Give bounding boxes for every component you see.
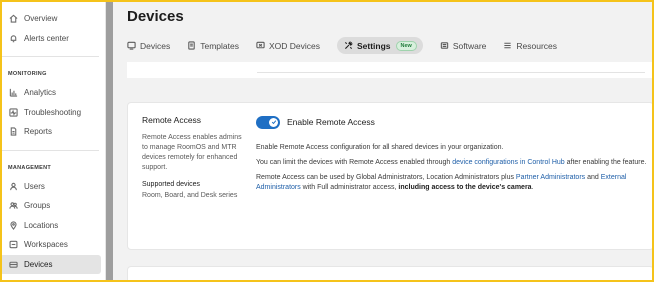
remote-access-card: Remote Access Remote Access enables admi…	[127, 102, 654, 250]
sidebar-item-label: Overview	[24, 14, 58, 24]
sidebar-item-label: Alerts center	[24, 33, 69, 43]
remote-access-toggle-row: Enable Remote Access	[256, 115, 651, 129]
toggle-label: Enable Remote Access	[287, 117, 375, 127]
group-icon	[8, 200, 19, 211]
tab-devices[interactable]: Devices	[127, 37, 170, 54]
sidebar-scrollbar[interactable]	[106, 0, 113, 282]
checkmark-icon	[271, 120, 276, 125]
pulse-icon	[8, 107, 19, 118]
sidebar-item-users[interactable]: Users	[0, 177, 105, 197]
para-text: Remote Access can be used by Global Admi…	[256, 174, 516, 181]
remote-access-para-2: You can limit the devices with Remote Ac…	[256, 158, 651, 168]
para-text: .	[531, 184, 534, 191]
device-icon	[8, 259, 19, 270]
tab-label: Resources	[516, 40, 558, 51]
tab-label: Devices	[140, 40, 171, 51]
tab-xod-devices[interactable]: XOD Devices	[256, 37, 320, 54]
supported-devices-title: Supported devices	[142, 181, 200, 188]
sidebar-item-label: Analytics	[24, 88, 57, 98]
tab-resources[interactable]: Resources	[503, 37, 557, 54]
devices-icon	[127, 41, 136, 50]
remote-access-description: Remote Access enables admins to manage R…	[142, 134, 242, 171]
user-icon	[8, 181, 19, 192]
para-text: You can limit the devices with Remote Ac…	[256, 159, 453, 166]
device-configurations-link[interactable]: device configurations in Control Hub	[452, 159, 564, 166]
sidebar-item-troubleshooting[interactable]: Troubleshooting	[0, 103, 105, 123]
tab-label: XOD Devices	[268, 40, 320, 51]
previous-card	[127, 62, 654, 78]
remote-access-para-1: Enable Remote Access configuration for a…	[256, 144, 504, 151]
location-pin-icon	[8, 220, 19, 231]
bell-icon	[8, 33, 19, 44]
sidebar-section-management: MANAGEMENT	[8, 164, 52, 171]
tab-label: Software	[452, 40, 487, 51]
page-title: Devices	[127, 8, 184, 25]
tab-templates[interactable]: Templates	[187, 37, 239, 54]
sidebar-item-locations[interactable]: Locations	[0, 216, 105, 236]
enable-remote-access-toggle[interactable]	[256, 115, 280, 129]
tab-software[interactable]: Software	[440, 37, 487, 54]
sidebar-item-workspaces[interactable]: Workspaces	[0, 235, 105, 255]
tab-bar: Devices Templates XOD Devices Settings N…	[127, 37, 574, 54]
para-text: with Full administrator access,	[300, 184, 399, 191]
bar-chart-icon	[8, 87, 19, 98]
para-text: after enabling the feature.	[564, 159, 647, 166]
resources-icon	[503, 41, 512, 50]
sidebar-divider	[0, 149, 99, 151]
sidebar-item-label: Groups	[24, 201, 51, 211]
remote-access-title: Remote Access	[142, 115, 202, 125]
tab-label: Templates	[200, 40, 239, 51]
sidebar-item-overview[interactable]: Overview	[0, 9, 105, 29]
new-badge: New	[395, 40, 417, 51]
sidebar-item-label: Users	[24, 181, 45, 191]
supported-devices-list: Room, Board, and Desk series	[142, 192, 238, 199]
toggle-knob	[269, 117, 278, 127]
sidebar-item-alerts-center[interactable]: Alerts center	[0, 29, 105, 49]
software-icon	[440, 41, 449, 50]
sidebar-item-label: Locations	[24, 220, 59, 230]
template-icon	[187, 41, 196, 50]
sidebar-item-reports[interactable]: Reports	[0, 122, 105, 142]
xod-icon	[256, 41, 265, 50]
sidebar-item-label: Devices	[24, 259, 53, 269]
sidebar-divider	[0, 56, 99, 57]
camera-access-note: including access to the device's camera	[398, 184, 532, 191]
main-content: Devices Devices Templates XOD Devices Se…	[113, 0, 654, 282]
sidebar-item-label: Workspaces	[24, 240, 68, 250]
sidebar-item-groups[interactable]: Groups	[0, 196, 105, 216]
sidebar-item-label: Troubleshooting	[24, 107, 82, 117]
sidebar-item-label: Reports	[24, 127, 53, 137]
sidebar-item-analytics[interactable]: Analytics	[0, 83, 105, 103]
partner-administrators-link[interactable]: Partner Administrators	[516, 174, 585, 181]
document-icon	[8, 126, 19, 137]
sidebar: Overview Alerts center MONITORING Analyt…	[0, 0, 106, 282]
tab-settings[interactable]: Settings New	[337, 37, 423, 54]
next-card	[127, 266, 654, 282]
wrench-icon	[344, 41, 353, 50]
para-text: and	[585, 174, 601, 181]
divider	[257, 72, 645, 73]
home-icon	[8, 13, 19, 24]
sidebar-item-devices[interactable]: Devices	[0, 254, 101, 274]
remote-access-settings: Enable Remote Access Enable Remote Acces…	[256, 115, 651, 198]
remote-access-para-3: Remote Access can be used by Global Admi…	[256, 173, 651, 193]
sidebar-section-monitoring: MONITORING	[8, 71, 47, 77]
remote-access-info: Remote Access Remote Access enables admi…	[142, 115, 246, 201]
workspace-icon	[8, 239, 19, 250]
tab-label: Settings	[357, 40, 391, 51]
